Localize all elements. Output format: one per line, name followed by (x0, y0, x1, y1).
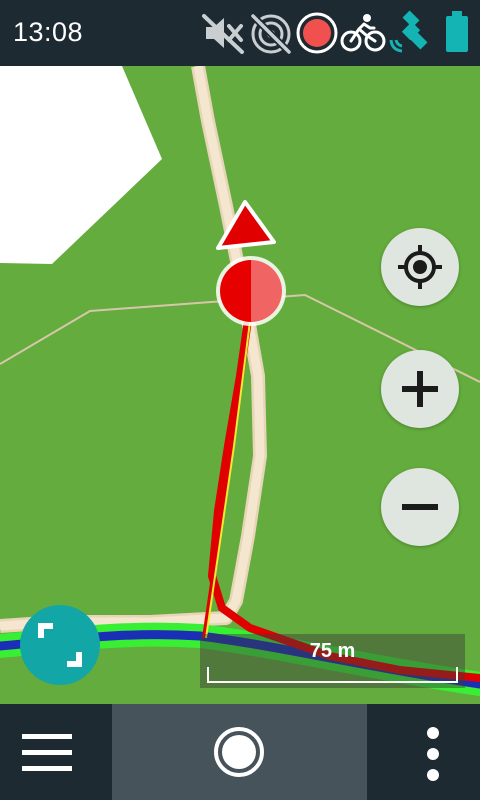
status-bar: 13:08 (0, 0, 480, 66)
clock: 13:08 (13, 17, 84, 47)
signal-off-icon (248, 10, 294, 56)
plus-icon (402, 371, 438, 407)
more-vertical-icon (427, 727, 439, 781)
menu-button[interactable] (20, 732, 74, 774)
zoom-out-button[interactable] (381, 468, 459, 546)
locate-button[interactable] (381, 228, 459, 306)
recording-icon (294, 10, 340, 56)
expand-icon (38, 623, 82, 667)
crosshair-icon (398, 245, 442, 289)
record-button[interactable] (213, 726, 265, 778)
bottom-bar (0, 704, 480, 800)
record-icon (214, 727, 264, 777)
cycling-icon (340, 10, 386, 56)
battery-icon (434, 10, 480, 56)
more-options-button[interactable] (415, 724, 451, 784)
scale-label: 75 m (309, 640, 356, 662)
sound-muted-icon (200, 10, 246, 56)
zoom-in-button[interactable] (381, 350, 459, 428)
expand-button[interactable] (20, 605, 100, 685)
scale-bar (207, 667, 458, 683)
map-view[interactable]: 75 m (0, 66, 480, 704)
map-white-area (0, 66, 162, 264)
minus-icon (402, 504, 438, 510)
gps-icon (386, 10, 432, 56)
hamburger-menu-icon (22, 734, 72, 771)
map-scale: 75 m (200, 634, 465, 688)
position-marker (216, 256, 286, 326)
